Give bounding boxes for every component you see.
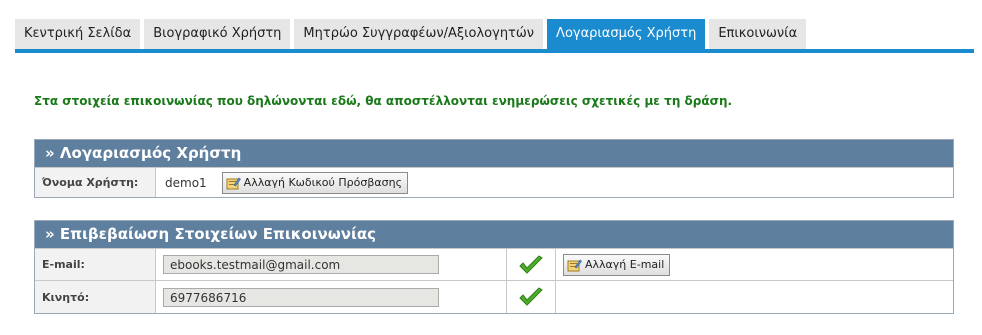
tab-home[interactable]: Κεντρική Σελίδα bbox=[15, 19, 141, 49]
email-field[interactable]: ebooks.testmail@gmail.com bbox=[163, 255, 439, 274]
edit-icon bbox=[567, 258, 582, 272]
mobile-input-cell: 6977686716 bbox=[155, 281, 506, 313]
tab-bar: Κεντρική Σελίδα Βιογραφικό Χρήστη Μητρώο… bbox=[15, 19, 810, 49]
mobile-status-cell bbox=[506, 281, 555, 313]
email-status-cell bbox=[506, 249, 555, 280]
username-label: Όνομα Χρήστη: bbox=[35, 168, 155, 197]
tab-user-account[interactable]: Λογαριασμός Χρήστη bbox=[547, 19, 706, 49]
mobile-action-cell bbox=[555, 281, 953, 313]
email-input-cell: ebooks.testmail@gmail.com bbox=[155, 249, 506, 280]
account-panel: » Λογαριασμός Χρήστη Όνομα Χρήστη: demo1… bbox=[34, 139, 954, 198]
account-panel-title: » Λογαριασμός Χρήστη bbox=[35, 140, 953, 167]
username-cell: demo1 Αλλαγή Κωδικού Πρόσβασης bbox=[155, 168, 953, 197]
checkmark-icon bbox=[518, 254, 544, 275]
tab-cv[interactable]: Βιογραφικό Χρήστη bbox=[144, 19, 291, 49]
mobile-label: Κινητό: bbox=[35, 281, 155, 313]
tab-registry[interactable]: Μητρώο Συγγραφέων/Αξιολογητών bbox=[294, 19, 544, 49]
mobile-field[interactable]: 6977686716 bbox=[163, 287, 439, 307]
email-label: E-mail: bbox=[35, 249, 155, 280]
email-action-cell: Αλλαγή E-mail bbox=[555, 249, 953, 280]
contact-panel: » Επιβεβαίωση Στοιχείων Επικοινωνίας E-m… bbox=[34, 220, 954, 314]
mobile-row: Κινητό: 6977686716 bbox=[35, 280, 953, 313]
edit-icon bbox=[226, 176, 241, 190]
tab-contact[interactable]: Επικοινωνία bbox=[709, 19, 807, 49]
change-password-label: Αλλαγή Κωδικού Πρόσβασης bbox=[243, 176, 403, 189]
change-email-label: Αλλαγή E-mail bbox=[585, 258, 665, 271]
checkmark-icon bbox=[518, 287, 544, 307]
username-row: Όνομα Χρήστη: demo1 Αλλαγή Κωδικού Πρόσβ… bbox=[35, 167, 953, 197]
info-notice: Στα στοιχεία επικοινωνίας που δηλώνονται… bbox=[34, 94, 733, 108]
tab-underline bbox=[15, 49, 974, 53]
change-password-button[interactable]: Αλλαγή Κωδικού Πρόσβασης bbox=[221, 171, 409, 194]
contact-panel-title: » Επιβεβαίωση Στοιχείων Επικοινωνίας bbox=[35, 221, 953, 248]
change-email-button[interactable]: Αλλαγή E-mail bbox=[563, 253, 671, 276]
email-row: E-mail: ebooks.testmail@gmail.com Αλλαγή… bbox=[35, 248, 953, 280]
username-value: demo1 bbox=[165, 175, 207, 190]
